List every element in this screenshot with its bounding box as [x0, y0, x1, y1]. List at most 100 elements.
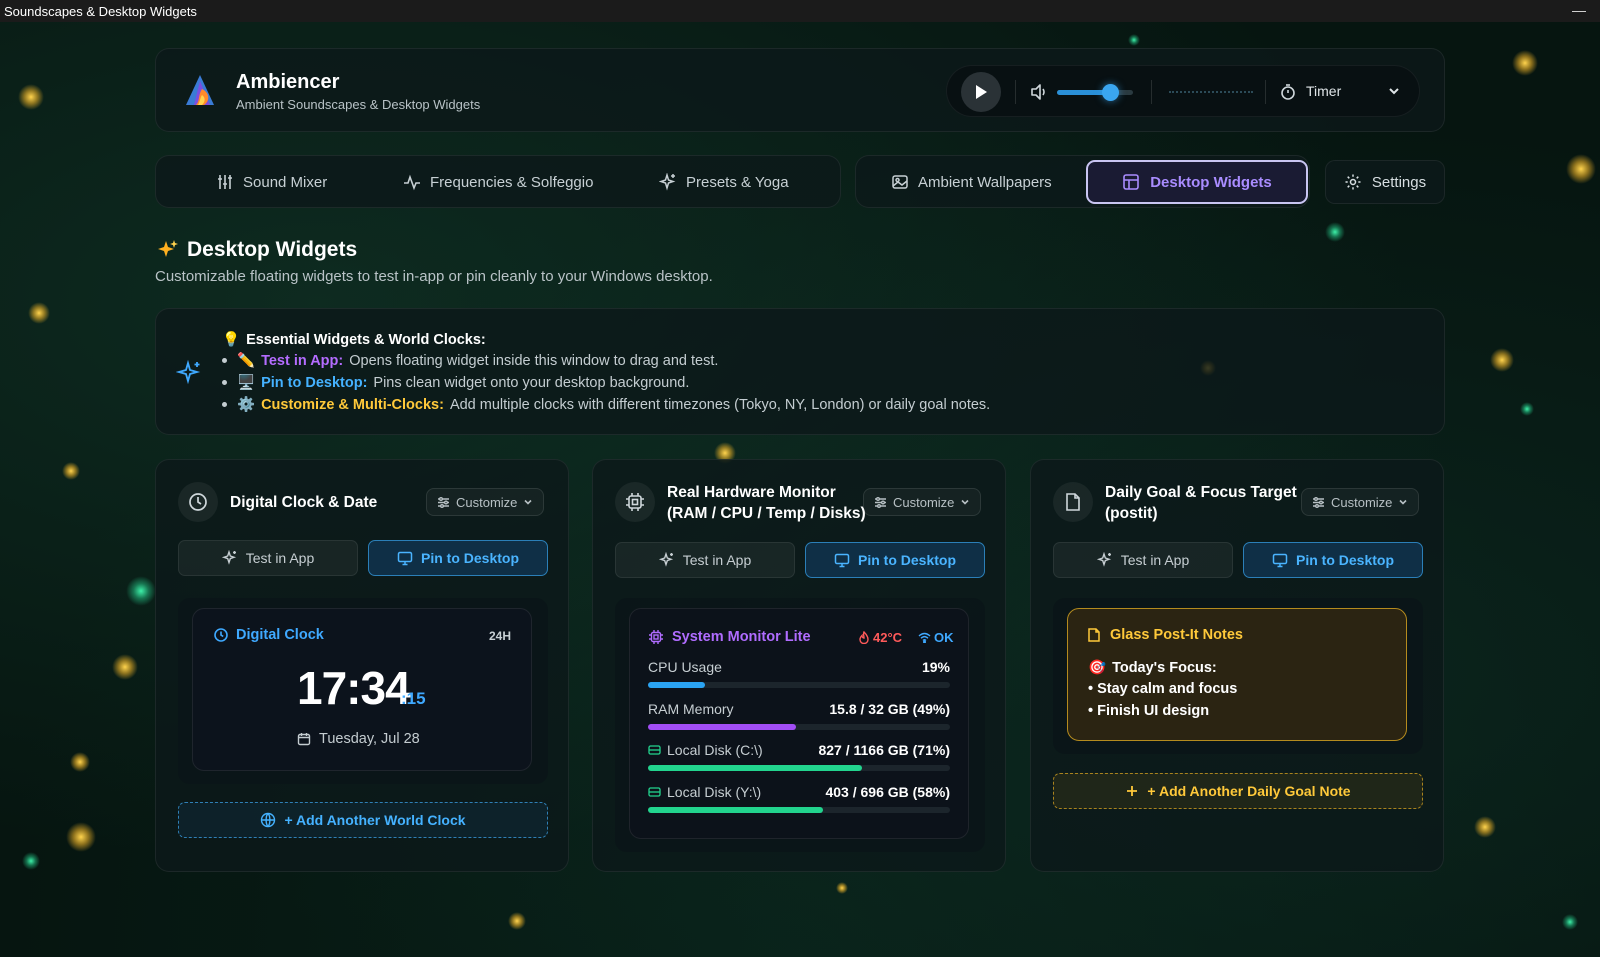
add-world-clock-button[interactable]: + Add Another World Clock [178, 802, 548, 838]
postit-widget-label: Glass Post-It Notes [1086, 627, 1243, 643]
clock-icon [214, 628, 228, 642]
tab-group-primary: Sound Mixer Frequencies & Solfeggio Pres… [155, 155, 841, 208]
digital-clock-widget[interactable]: Digital Clock 24H 17:34 :15 Tuesday, Jul… [192, 608, 532, 771]
button-label: Test in App [682, 552, 752, 568]
clock-date: Tuesday, Jul 28 [297, 731, 420, 747]
test-in-app-button[interactable]: Test in App [178, 540, 358, 576]
flame-icon [859, 631, 869, 644]
tab-settings[interactable]: Settings [1325, 160, 1445, 204]
cpu-icon [649, 630, 663, 644]
firefly [126, 576, 156, 606]
firefly [28, 302, 50, 324]
metric-label-text: Local Disk (C:\) [667, 742, 763, 758]
chevron-down-icon[interactable] [1387, 84, 1401, 103]
timer-label[interactable]: Timer [1306, 83, 1341, 99]
target-icon: 🎯 [1088, 660, 1107, 676]
metric-label: RAM Memory [648, 701, 734, 717]
pencil-icon: ✏️ [237, 353, 256, 369]
button-label: + Add Another Daily Goal Note [1147, 783, 1351, 799]
window-title: Soundscapes & Desktop Widgets [4, 3, 197, 19]
note-icon [1088, 628, 1100, 642]
postit-widget-title: Glass Post-It Notes [1110, 627, 1243, 643]
button-label: + Add Another World Clock [284, 812, 466, 828]
minimize-button[interactable]: — [1572, 2, 1586, 18]
info-item-key: Pin to Desktop: [261, 374, 368, 391]
app-subtitle: Ambient Soundscapes & Desktop Widgets [236, 97, 481, 112]
monitor-icon [1272, 553, 1288, 568]
pin-to-desktop-button[interactable]: Pin to Desktop [1243, 542, 1423, 578]
tab-label: Frequencies & Solfeggio [430, 173, 594, 191]
button-label: Test in App [1120, 552, 1190, 568]
metric-bar [648, 765, 950, 771]
tab-label: Sound Mixer [243, 173, 328, 191]
widget-preview-area: System Monitor Lite 42°C OK CPU Usage 19… [615, 598, 985, 852]
monitor-icon [834, 553, 850, 568]
customize-dropdown[interactable]: Customize [1301, 488, 1420, 516]
widget-preview-area: Glass Post-It Notes 🎯 Today's Focus: • S… [1053, 598, 1423, 754]
app-header: Ambiencer Ambient Soundscapes & Desktop … [155, 48, 1445, 132]
firefly [1512, 50, 1538, 76]
volume-slider-knob[interactable] [1102, 84, 1120, 101]
tab-presets-yoga[interactable]: Presets & Yoga [659, 160, 789, 204]
firefly [66, 822, 96, 852]
sparkles-icon [221, 550, 236, 565]
chevron-down-icon [1399, 499, 1407, 505]
customize-dropdown[interactable]: Customize [426, 488, 545, 516]
temperature-readout: 42°C [858, 630, 902, 645]
tab-desktop-widgets[interactable]: Desktop Widgets [1086, 160, 1308, 204]
button-label: Test in App [245, 550, 315, 566]
add-daily-goal-button[interactable]: + Add Another Daily Goal Note [1053, 773, 1423, 809]
monitor-icon [397, 551, 413, 566]
tab-sound-mixer[interactable]: Sound Mixer [216, 160, 327, 204]
sparkles-icon [1096, 552, 1111, 567]
divider [1015, 80, 1016, 104]
sparkles-icon [158, 240, 178, 257]
info-item-text: Pins clean widget onto your desktop back… [373, 374, 690, 391]
firefly [62, 462, 80, 480]
firefly [1520, 402, 1534, 416]
firefly [22, 852, 40, 870]
widget-title: Daily Goal & Focus Target (postit) [1105, 482, 1297, 524]
volume-slider[interactable] [1057, 84, 1133, 101]
tab-frequencies[interactable]: Frequencies & Solfeggio [403, 160, 593, 204]
button-label: Pin to Desktop [857, 552, 956, 568]
metric-bar-fill [648, 807, 824, 813]
volume-icon[interactable] [1029, 82, 1049, 107]
temperature-value: 42°C [873, 630, 903, 645]
postit-line: 🎯 Today's Focus: [1088, 659, 1217, 677]
clock-date-text: Tuesday, Jul 28 [319, 731, 420, 747]
network-status-value: OK [934, 630, 954, 645]
widget-card-hardware-monitor: Real Hardware Monitor (RAM / CPU / Temp … [592, 459, 1006, 872]
firefly [1562, 914, 1578, 930]
post-it-widget[interactable]: Glass Post-It Notes 🎯 Today's Focus: • S… [1067, 608, 1407, 741]
pin-to-desktop-button[interactable]: Pin to Desktop [805, 542, 985, 578]
visualizer-line [1169, 91, 1253, 93]
info-item-key: Customize & Multi-Clocks: [261, 396, 444, 413]
test-in-app-button[interactable]: Test in App [1053, 542, 1233, 578]
gear-icon: ⚙️ [237, 397, 256, 413]
test-in-app-button[interactable]: Test in App [615, 542, 795, 578]
widget-title-line2: (postit) [1105, 505, 1158, 522]
calendar-icon [297, 733, 311, 746]
metric-bar-fill [648, 765, 863, 771]
clock-format-badge[interactable]: 24H [489, 629, 511, 643]
widget-title-line1: Real Hardware Monitor [667, 484, 836, 501]
metric-value: 403 / 696 GB (58%) [825, 784, 950, 800]
tab-ambient-wallpapers[interactable]: Ambient Wallpapers [891, 160, 1052, 204]
play-button[interactable] [961, 72, 1001, 112]
info-item: ✏️ Test in App: Opens floating widget in… [222, 352, 718, 369]
system-monitor-widget[interactable]: System Monitor Lite 42°C OK CPU Usage 19… [629, 608, 969, 839]
app-logo-icon [180, 71, 220, 111]
window-titlebar[interactable]: Soundscapes & Desktop Widgets — [0, 0, 1600, 22]
customize-dropdown[interactable]: Customize [863, 488, 982, 516]
firefly [508, 912, 526, 930]
plus-icon [1127, 786, 1138, 796]
button-label: Pin to Desktop [1295, 552, 1394, 568]
monitor-widget-label: System Monitor Lite [648, 629, 811, 645]
monitor-icon: 🖥️ [237, 375, 256, 391]
metric-value: 15.8 / 32 GB (49%) [829, 701, 950, 717]
play-icon [976, 85, 987, 99]
chevron-down-icon [524, 499, 532, 505]
clock-widget-label: Digital Clock [213, 627, 324, 643]
pin-to-desktop-button[interactable]: Pin to Desktop [368, 540, 548, 576]
